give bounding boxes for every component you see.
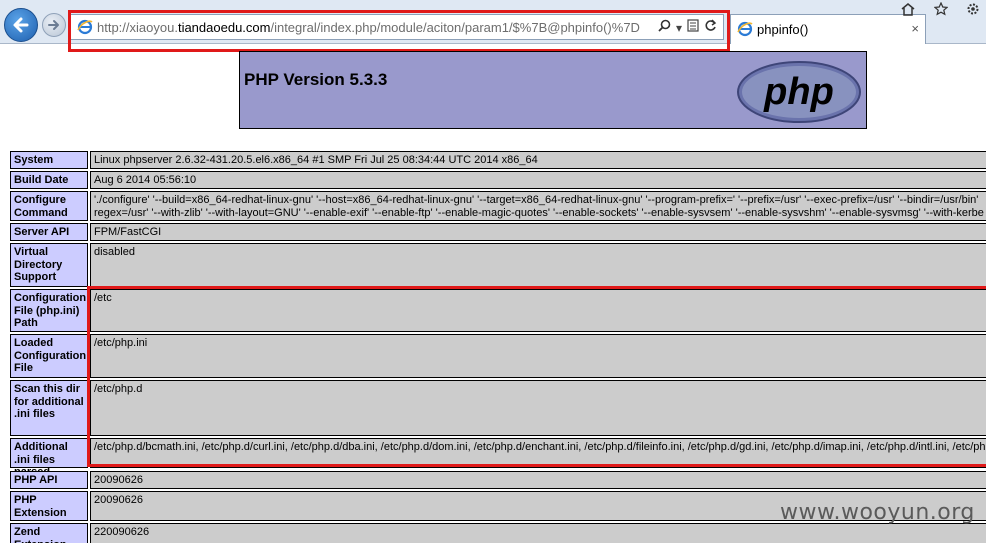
arrow-left-icon xyxy=(13,17,29,33)
close-tab-icon[interactable]: × xyxy=(911,21,919,36)
row-key: Additional .ini files parsed xyxy=(10,438,88,478)
row-key: Configuration File (php.ini) Path xyxy=(10,289,88,332)
row-key: PHP Extension xyxy=(10,491,88,521)
row-key: Build Date xyxy=(10,171,88,189)
row-key: PHP API xyxy=(10,471,88,489)
tab-phpinfo[interactable]: phpinfo() × xyxy=(730,14,926,44)
row-value-line: regex=/usr' '--with-zlib' '--with-layout… xyxy=(94,206,984,219)
php-version-header: PHP Version 5.3.3 php xyxy=(239,51,867,129)
row-value: 20090626 xyxy=(90,471,986,489)
row-value: disabled xyxy=(90,243,986,287)
refresh-icon[interactable] xyxy=(704,19,717,36)
row-value-line: './configure' '--build=x86_64-redhat-lin… xyxy=(94,194,979,206)
home-icon[interactable] xyxy=(900,2,916,19)
url-domain: tiandaoedu.com xyxy=(177,20,271,35)
row-value: 220090626 xyxy=(90,523,986,543)
row-value: './configure' '--build=x86_64-redhat-lin… xyxy=(90,191,986,221)
back-button[interactable] xyxy=(4,8,38,42)
row-key: Loaded Configuration File xyxy=(10,334,88,378)
watermark-text: www.wooyun.org xyxy=(780,500,975,525)
row-value: FPM/FastCGI xyxy=(90,223,986,241)
php-logo: php xyxy=(737,61,861,123)
ie-icon xyxy=(77,19,93,35)
row-key: Configure Command xyxy=(10,191,88,221)
row-key: Zend Extension xyxy=(10,523,88,543)
address-bar[interactable]: http://xiaoyou.tiandaoedu.com/integral/i… xyxy=(70,14,724,40)
compatibility-view-icon[interactable] xyxy=(687,19,699,36)
browser-toolbar: http://xiaoyou.tiandaoedu.com/integral/i… xyxy=(0,0,986,44)
row-value: /etc/php.ini xyxy=(90,334,986,378)
url-path: /integral/index.php/module/aciton/param1… xyxy=(270,20,640,35)
row-key: Virtual Directory Support xyxy=(10,243,88,287)
tab-title: phpinfo() xyxy=(757,22,809,37)
dropdown-icon[interactable]: ▾ xyxy=(676,20,682,36)
php-logo-text: php xyxy=(763,71,834,113)
forward-button[interactable] xyxy=(42,13,66,37)
row-key: Scan this dir for additional .ini files xyxy=(10,380,88,436)
row-value: Linux phpserver 2.6.32-431.20.5.el6.x86_… xyxy=(90,151,986,169)
favorites-icon[interactable] xyxy=(933,1,949,19)
row-value: /etc/php.d xyxy=(90,380,986,436)
url-text[interactable]: http://xiaoyou.tiandaoedu.com/integral/i… xyxy=(97,20,657,35)
url-prefix: http://xiaoyou. xyxy=(97,20,178,35)
row-value: /etc/php.d/bcmath.ini, /etc/php.d/curl.i… xyxy=(90,438,986,468)
page-title: PHP Version 5.3.3 xyxy=(244,70,388,89)
row-key: Server API xyxy=(10,223,88,241)
row-value: /etc xyxy=(90,289,986,332)
search-icon[interactable] xyxy=(658,19,671,36)
arrow-right-icon xyxy=(48,20,59,30)
row-key: System xyxy=(10,151,88,169)
settings-gear-icon[interactable] xyxy=(966,2,980,19)
ie-tab-icon xyxy=(737,21,753,37)
row-value: Aug 6 2014 05:56:10 xyxy=(90,171,986,189)
